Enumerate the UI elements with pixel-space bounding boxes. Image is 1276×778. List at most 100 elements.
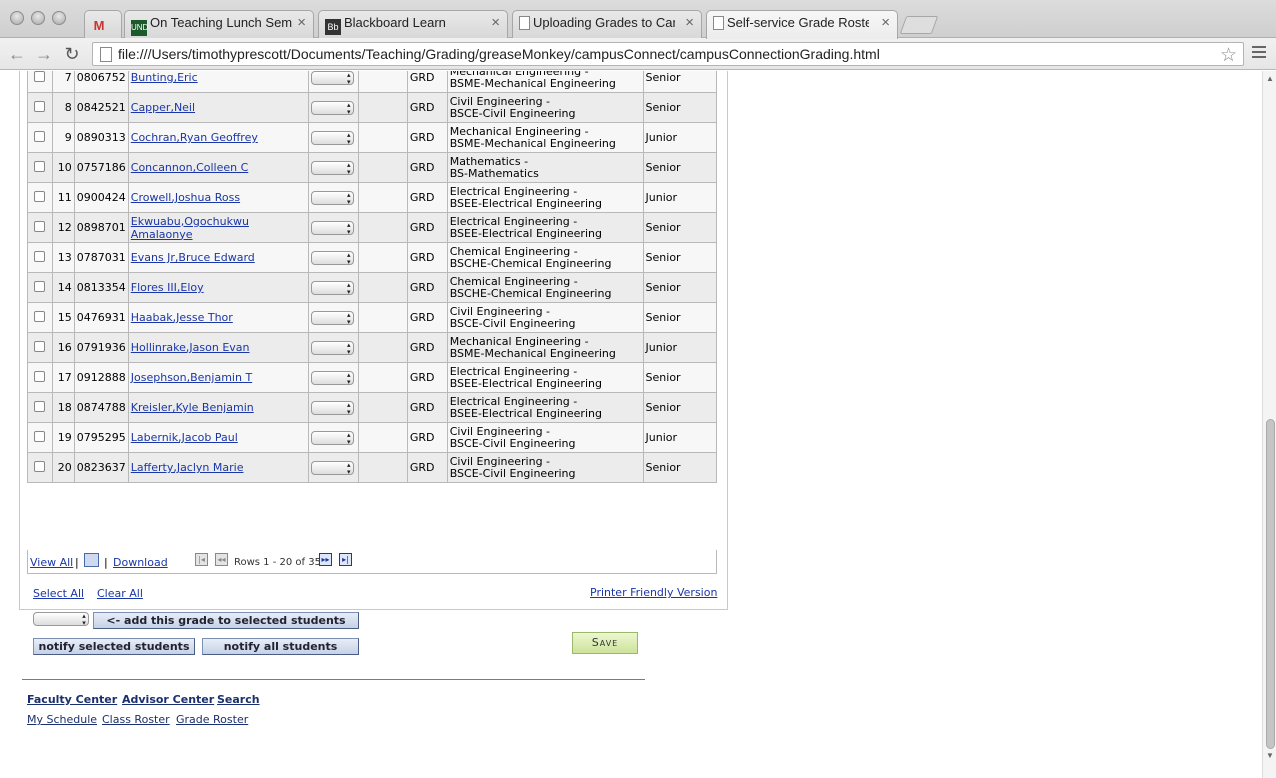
- forward-arrow-icon[interactable]: →: [33, 43, 55, 65]
- grade-select[interactable]: [310, 250, 354, 265]
- grade-select[interactable]: [310, 130, 354, 145]
- row-checkbox[interactable]: [34, 280, 46, 292]
- scroll-down-icon[interactable]: ▼: [1266, 751, 1274, 760]
- row-checkbox[interactable]: [34, 370, 46, 382]
- bookmark-star-icon[interactable]: ☆: [1220, 44, 1237, 67]
- student-name-link[interactable]: Kreisler,Kyle Benjamin: [131, 401, 254, 414]
- row-checkbox[interactable]: [34, 430, 46, 442]
- grade-select[interactable]: [310, 400, 354, 415]
- tab-teaching-lunch[interactable]: UND On Teaching Lunch Semin ×: [124, 10, 314, 38]
- view-all-link[interactable]: View All: [30, 556, 73, 569]
- window-zoom-button[interactable]: [52, 11, 66, 25]
- back-arrow-icon[interactable]: ←: [6, 43, 28, 65]
- notify-selected-button[interactable]: notify selected students: [33, 638, 195, 655]
- window-close-button[interactable]: [10, 11, 24, 25]
- student-name-link[interactable]: Bunting,Eric: [131, 71, 198, 84]
- clear-all-link[interactable]: Clear All: [97, 587, 143, 600]
- row-checkbox[interactable]: [34, 340, 46, 352]
- scroll-up-icon[interactable]: ▲: [1266, 74, 1274, 83]
- printer-friendly-link[interactable]: Printer Friendly Version: [590, 586, 717, 599]
- row-checkbox[interactable]: [34, 460, 46, 472]
- student-name-link[interactable]: Capper,Neil: [131, 101, 195, 114]
- next-page-icon[interactable]: ▸▸: [319, 553, 332, 566]
- row-checkbox[interactable]: [34, 220, 46, 232]
- student-name-link[interactable]: Hollinrake,Jason Evan: [131, 341, 250, 354]
- grade-select[interactable]: [310, 160, 354, 175]
- scrollbar-thumb[interactable]: [1266, 419, 1275, 749]
- tab-gmail[interactable]: M: [84, 10, 122, 38]
- spreadsheet-download-icon[interactable]: [84, 553, 99, 567]
- bulk-grade-select[interactable]: [33, 612, 89, 626]
- program-plan-cell: Mechanical Engineering - BSME-Mechanical …: [446, 122, 644, 153]
- student-name-link[interactable]: Labernik,Jacob Paul: [131, 431, 238, 444]
- close-icon[interactable]: ×: [881, 14, 890, 31]
- program-name: Chemical Engineering -: [449, 244, 578, 258]
- grade-select[interactable]: [310, 460, 354, 475]
- grade-cell: [307, 272, 359, 303]
- row-checkbox[interactable]: [34, 71, 46, 82]
- menu-icon[interactable]: [1252, 46, 1266, 62]
- table-row: 100757186Concannon,Colleen C GRDMathemati…: [27, 152, 718, 183]
- address-bar[interactable]: file:///Users/timothyprescott/Documents/…: [92, 42, 1244, 66]
- tab-uploading-grades[interactable]: Uploading Grades to Camp ×: [512, 10, 702, 38]
- select-all-link[interactable]: Select All: [33, 587, 84, 600]
- previous-page-icon[interactable]: ◂◂: [215, 553, 228, 566]
- student-name-link[interactable]: Concannon,Colleen C: [131, 161, 249, 174]
- vertical-scrollbar[interactable]: ▲ ▼: [1262, 71, 1276, 778]
- grade-roster-link[interactable]: Grade Roster: [176, 713, 248, 726]
- notify-all-button[interactable]: notify all students: [202, 638, 359, 655]
- student-level: Senior: [642, 302, 718, 333]
- grade-select[interactable]: [310, 280, 354, 295]
- student-name-link[interactable]: Evans Jr,Bruce Edward: [131, 251, 255, 264]
- row-checkbox[interactable]: [34, 190, 46, 202]
- student-name-cell: Ekwuabu,Ogochukwu Amalaonye: [127, 212, 309, 243]
- advisor-center-link[interactable]: Advisor Center: [122, 693, 214, 706]
- add-grade-button[interactable]: <- add this grade to selected students: [93, 612, 359, 629]
- first-page-icon[interactable]: |◂: [195, 553, 208, 566]
- row-checkbox[interactable]: [34, 400, 46, 412]
- student-name-link[interactable]: Flores III,Eloy: [131, 281, 204, 294]
- grade-select[interactable]: [310, 190, 354, 205]
- grade-select[interactable]: [310, 71, 354, 85]
- student-name-link[interactable]: Haabak,Jesse Thor: [131, 311, 233, 324]
- grade-select[interactable]: [310, 310, 354, 325]
- close-icon[interactable]: ×: [297, 14, 306, 31]
- student-name-link[interactable]: Josephson,Benjamin T: [131, 371, 252, 384]
- plan-name: BSEE-Electrical Engineering: [449, 376, 602, 390]
- plan-name: BSEE-Electrical Engineering: [449, 226, 602, 240]
- close-icon[interactable]: ×: [491, 14, 500, 31]
- grade-select[interactable]: [310, 430, 354, 445]
- tab-blackboard[interactable]: Bb Blackboard Learn ×: [318, 10, 508, 38]
- close-icon[interactable]: ×: [685, 14, 694, 31]
- save-button[interactable]: Save: [572, 632, 638, 654]
- new-tab-button[interactable]: [899, 16, 939, 34]
- grade-select[interactable]: [310, 340, 354, 355]
- row-checkbox[interactable]: [34, 250, 46, 262]
- plan-name: BSCHE-Chemical Engineering: [449, 286, 612, 300]
- download-link[interactable]: Download: [113, 556, 168, 569]
- class-roster-link[interactable]: Class Roster: [102, 713, 170, 726]
- table-row: 140813354Flores III,Eloy GRDChemical Engi…: [27, 272, 718, 303]
- grade-cell: [307, 152, 359, 183]
- row-checkbox[interactable]: [34, 160, 46, 172]
- last-page-icon[interactable]: ▸|: [339, 553, 352, 566]
- grade-select[interactable]: [310, 370, 354, 385]
- empty-cell: [357, 71, 408, 93]
- grade-select[interactable]: [310, 100, 354, 115]
- tab-label: Uploading Grades to Camp: [533, 15, 675, 30]
- student-level: Junior: [642, 182, 718, 213]
- window-minimize-button[interactable]: [31, 11, 45, 25]
- student-name-link[interactable]: Cochran,Ryan Geoffrey: [131, 131, 258, 144]
- student-name-link[interactable]: Crowell,Joshua Ross: [131, 191, 240, 204]
- reload-icon[interactable]: ↻: [61, 43, 83, 65]
- tab-grade-roster[interactable]: Self-service Grade Roster ×: [706, 10, 898, 39]
- grade-select[interactable]: [310, 220, 354, 235]
- row-checkbox[interactable]: [34, 100, 46, 112]
- faculty-center-link[interactable]: Faculty Center: [27, 693, 117, 706]
- my-schedule-link[interactable]: My Schedule: [27, 713, 97, 726]
- student-name-link[interactable]: Lafferty,Jaclyn Marie: [131, 461, 244, 474]
- search-link[interactable]: Search: [217, 693, 260, 706]
- student-name-link[interactable]: Ekwuabu,Ogochukwu Amalaonye: [131, 215, 249, 241]
- row-checkbox[interactable]: [34, 310, 46, 322]
- row-checkbox[interactable]: [34, 130, 46, 142]
